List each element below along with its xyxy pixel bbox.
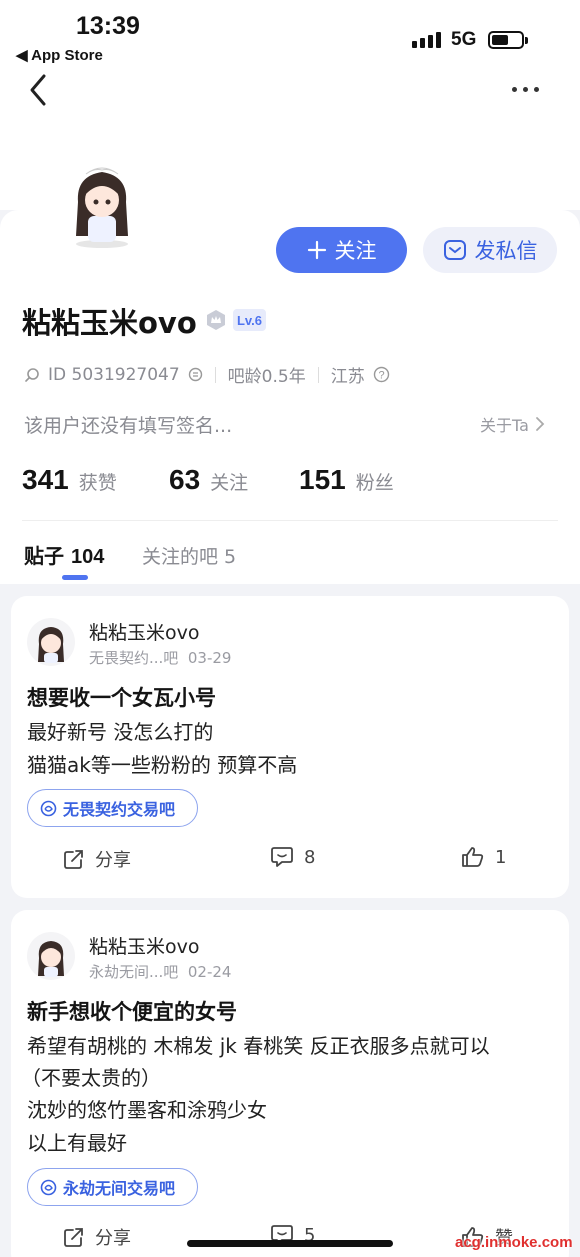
network-type: 5G: [451, 29, 477, 50]
svg-text:?: ?: [378, 370, 384, 382]
about-label: 关于Ta: [480, 416, 529, 435]
plus-icon: [307, 240, 326, 260]
post-body-line: 猫猫ak等一些粉粉的 预算不高: [27, 753, 298, 777]
crown-icon: [205, 309, 227, 331]
search-icon: [25, 367, 39, 382]
post-date: 03-29: [187, 649, 232, 667]
user-id: ID 5031927047: [48, 364, 180, 385]
stat-number: 63: [169, 464, 201, 495]
post-forum-short: 无畏契约...吧: [89, 649, 179, 667]
forum-icon: [40, 1179, 57, 1195]
post-forum-date: 无畏契约...吧 03-29: [89, 647, 231, 668]
post-forum-short: 永劫无间...吧: [89, 963, 179, 981]
post-actions: 分享 8 1: [11, 846, 569, 876]
share-label: 分享: [95, 850, 131, 871]
post-date: 02-24: [187, 963, 232, 981]
post-title: 新手想收个便宜的女号: [27, 1000, 237, 1024]
share-button[interactable]: 分享: [63, 1224, 131, 1250]
post-author[interactable]: 粘粘玉米ovo: [89, 618, 200, 645]
post-title: 想要收一个女瓦小号: [27, 686, 216, 710]
send-message-button[interactable]: 发私信: [423, 227, 557, 273]
comment-count: 8: [304, 846, 316, 868]
back-button[interactable]: [24, 72, 54, 108]
like-count: 1: [495, 846, 507, 868]
location: 江苏: [330, 367, 365, 387]
tab-followed-bars[interactable]: 关注的吧 5: [142, 542, 236, 569]
username: 粘粘玉米ovo: [22, 306, 197, 340]
share-icon: [64, 1228, 83, 1247]
bio-text: 该用户还没有填写签名...: [24, 415, 233, 437]
stat-following[interactable]: 63 关注: [169, 464, 299, 496]
share-label: 分享: [95, 1228, 131, 1249]
tab-posts-count: 104: [70, 546, 105, 568]
status-bar: 13:39 ◀ App Store 5G: [0, 0, 580, 70]
post-forum-date: 永劫无间...吧 02-24: [89, 961, 231, 982]
battery-icon: [488, 31, 528, 49]
chevron-left-icon: [30, 74, 46, 106]
forum-tag-label: 永劫无间交易吧: [63, 1179, 176, 1198]
comment-icon: [271, 847, 293, 867]
stat-label: 获赞: [78, 472, 117, 494]
home-indicator[interactable]: [187, 1240, 393, 1247]
post-body-line: 希望有胡桃的 木棉发 jk 春桃笑 反正衣服多点就可以: [27, 1034, 490, 1058]
about-link[interactable]: 关于Ta: [480, 412, 545, 436]
message-icon: [443, 240, 466, 260]
post-body-line: 沈妙的悠竹墨客和涂鸦少女: [27, 1098, 267, 1122]
like-button[interactable]: 1: [461, 846, 506, 868]
message-label: 发私信: [474, 239, 538, 263]
stat-number: 151: [299, 464, 346, 495]
stat-label: 关注: [210, 472, 249, 494]
thumbs-up-icon: [462, 847, 484, 867]
post-body-line: 最好新号 没怎么打的: [27, 720, 214, 744]
tab-indicator: [62, 575, 88, 580]
copy-icon[interactable]: [188, 367, 203, 382]
profile-meta: ID 5031927047 吧龄0.5年 江苏 ?: [24, 362, 390, 387]
post-body-line: （不要太贵的）: [21, 1066, 161, 1090]
signal-icon: [412, 32, 441, 48]
chevron-right-icon: [536, 417, 545, 431]
post-card[interactable]: 粘粘玉米ovo 永劫无间...吧 02-24 新手想收个便宜的女号 希望有胡桃的…: [11, 910, 569, 1257]
post-author[interactable]: 粘粘玉米ovo: [89, 932, 200, 959]
forum-tag[interactable]: 无畏契约交易吧: [27, 789, 199, 827]
status-time: 13:39: [76, 12, 140, 40]
share-button[interactable]: 分享: [63, 846, 131, 872]
watermark: acg.inmoke.com: [455, 1234, 573, 1251]
stats-row: 341 获赞 63 关注 151 粉丝: [22, 464, 394, 496]
stat-number: 341: [22, 464, 69, 495]
tab-posts-label: 贴子: [24, 544, 64, 568]
post-card[interactable]: 粘粘玉米ovo 无畏契约...吧 03-29 想要收一个女瓦小号 最好新号 没怎…: [11, 596, 569, 898]
bar-age: 吧龄0.5年: [227, 367, 306, 387]
tab-posts[interactable]: 贴子 104: [24, 540, 104, 569]
avatar[interactable]: [62, 158, 142, 250]
follow-button[interactable]: 关注: [276, 227, 407, 273]
comment-button[interactable]: 8: [270, 846, 315, 868]
post-avatar[interactable]: [27, 618, 75, 666]
forum-tag[interactable]: 永劫无间交易吧: [27, 1168, 199, 1206]
stat-likes[interactable]: 341 获赞: [22, 464, 169, 496]
forum-icon: [40, 800, 57, 816]
post-body-line: 以上有最好: [27, 1131, 127, 1155]
post-avatar[interactable]: [27, 932, 75, 980]
level-badge: Lv.6: [233, 309, 266, 331]
more-options-button[interactable]: [512, 80, 548, 98]
divider: [22, 520, 558, 521]
stat-label: 粉丝: [355, 472, 394, 494]
back-to-app-store[interactable]: ◀ App Store: [16, 46, 103, 64]
stat-fans[interactable]: 151 粉丝: [299, 464, 394, 496]
follow-label: 关注: [334, 239, 377, 263]
share-icon: [64, 850, 83, 869]
help-icon[interactable]: ?: [373, 366, 390, 383]
forum-tag-label: 无畏契约交易吧: [63, 800, 176, 819]
